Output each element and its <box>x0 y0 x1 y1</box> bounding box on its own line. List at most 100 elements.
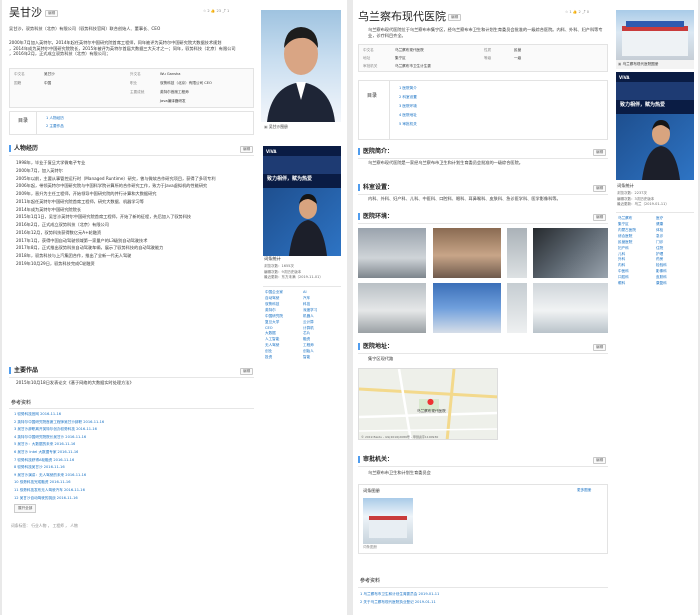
section-edit-button[interactable]: 编辑 <box>593 344 607 351</box>
collect-count: 1 <box>569 10 572 14</box>
map-pin-icon[interactable]: ● <box>427 397 434 408</box>
divider <box>263 286 341 287</box>
edit-button[interactable]: 编辑 <box>448 14 462 21</box>
reference-item[interactable]: 1 乌兰察布市卫生和计划生育委员会 2019-01-11 <box>360 592 439 597</box>
map-copyright: © 2019 Baidu - GS(2016)2089号 - 甲测资字11009… <box>361 435 439 439</box>
related-link[interactable]: 中国研究院 <box>265 314 283 320</box>
reference-item[interactable]: 9 吴甘沙演讲：无人驾驶的未来 2016-11-16 <box>14 473 86 478</box>
toc-item[interactable]: 5 审批机关 <box>399 122 417 127</box>
toc-item[interactable]: 2 科室设置 <box>399 95 417 100</box>
hospital-sign <box>626 21 684 27</box>
reference-item[interactable]: 10 驭势科技完成融资 2016-11-16 <box>14 480 71 485</box>
map[interactable]: ● 乌兰察布现代医院 © 2019 Baidu - GS(2016)2089号 … <box>358 368 498 440</box>
hospital-photo[interactable] <box>616 10 694 60</box>
info-key: 职业 <box>130 81 138 85</box>
related-link[interactable]: 深度学习 <box>303 308 317 314</box>
photo-caption[interactable]: ▣ 吴甘沙图册 <box>262 122 340 132</box>
reference-item[interactable]: 3 吴甘沙辞职离开英特尔创办驭势科技 2016-11-16 <box>14 427 97 432</box>
toc-label: 目录 <box>18 118 29 124</box>
divider <box>358 194 608 195</box>
reference-item[interactable]: 8 驭势科技吴甘沙 2016-11-16 <box>14 465 65 470</box>
album-photo[interactable] <box>363 498 413 544</box>
album-photo-caption: 词条图册 <box>363 545 377 549</box>
section-edit-button[interactable]: 编辑 <box>593 185 607 192</box>
photo-caption-text: 吴甘沙图册 <box>268 124 288 129</box>
like-icon[interactable]: 👍 <box>211 9 215 13</box>
share-count: 0 <box>586 10 589 14</box>
ad-photo <box>263 188 341 256</box>
section-bar <box>358 343 360 350</box>
info-key: 中文名 <box>14 72 25 76</box>
reference-item[interactable]: 7 驭势科技获得A轮融资 2016-11-16 <box>14 458 74 463</box>
section-title-experience: 人物经历 <box>14 145 39 152</box>
section-title-authority: 审批机关： <box>363 456 394 463</box>
toc-item[interactable]: 3 医院环境 <box>399 104 417 109</box>
album-more-link[interactable]: 更多图册 <box>577 488 591 493</box>
ad-banner[interactable]: VIVA 致力相伴，赋为热爱 <box>263 146 341 256</box>
related-link[interactable]: 康复科 <box>656 281 667 287</box>
env-photo-room[interactable] <box>507 228 527 278</box>
env-photo-hall[interactable] <box>533 228 608 278</box>
share-icon[interactable]: ⤴ <box>582 10 586 14</box>
reference-item[interactable]: 2 英特尔中国研究院首席工程师吴甘沙辞职 2016-11-16 <box>14 420 104 425</box>
related-link[interactable]: 智能 <box>303 355 317 361</box>
basic-info: 中文名 吴甘沙 外文名 Wu Gansha 国籍 中国 职业 驭势科技（北京）有… <box>9 68 254 108</box>
collect-icon[interactable]: ☆ <box>203 9 206 13</box>
env-photo-corridor[interactable] <box>358 228 426 278</box>
section-edit-button[interactable]: 编辑 <box>593 457 607 464</box>
right-article-page: 乌兰察布现代医院 编辑 ☆ 1 👍 2 ⤴ 0 乌兰察布现代医院位于乌兰察布市集… <box>353 0 698 615</box>
env-photo-lobby[interactable] <box>433 283 501 333</box>
intro-paragraph: 2000年7月加入英特尔，2014年起任英特尔中国研究院首席工程师，同年被评为英… <box>9 40 254 70</box>
env-photo-ward[interactable] <box>358 283 426 333</box>
divider <box>9 408 254 409</box>
toc-item[interactable]: 1 人物经历 <box>46 116 64 121</box>
info-value: 驭势科技（北京）有限公司 CEO <box>160 81 212 85</box>
reference-item[interactable]: 6 吴甘沙 Intel 大数据专家 2016-11-16 <box>14 450 78 455</box>
toc-item[interactable]: 4 医院地址 <box>399 113 417 118</box>
reference-item[interactable]: 4 英特尔中国研究院院长吴甘沙 2016-11-16 <box>14 435 86 440</box>
toc-item[interactable]: 2 主要作品 <box>46 124 64 129</box>
expand-all-button[interactable]: 展开全部 <box>14 504 37 513</box>
env-photo-reception[interactable] <box>433 228 501 278</box>
section-edit-button[interactable]: 编辑 <box>240 368 254 375</box>
section-edit-button[interactable]: 编辑 <box>240 146 254 153</box>
collect-icon[interactable]: ☆ <box>565 10 568 14</box>
section-title-intro: 医院简介： <box>363 148 394 155</box>
edit-button[interactable]: 编辑 <box>45 10 59 17</box>
info-value: 中国 <box>44 81 52 85</box>
related-links-col1: 乌兰察布 集宁区 内蒙古医院 综合医院 民营医院 妇产科 儿科 外科 内科 中医科 口腔科 眼科 <box>618 216 636 287</box>
like-icon[interactable]: 👍 <box>573 10 577 14</box>
info-value: 乌兰察布市卫生计生委 <box>395 64 431 68</box>
reference-item[interactable]: 2 关于乌兰察布现代医院执业登记 2019-01-11 <box>360 600 436 605</box>
related-link[interactable]: 投资 <box>265 355 283 361</box>
toc-item[interactable]: 1 医院简介 <box>399 86 417 91</box>
section-edit-button[interactable]: 编辑 <box>593 214 607 221</box>
album-title: 词条图册 <box>363 488 380 493</box>
image-icon: ▣ <box>618 62 622 66</box>
bio-item: 2000年7月，加入英特尔 <box>16 167 63 173</box>
reference-item[interactable]: 5 吴甘沙：大数据的未来 2016-11-16 <box>14 442 75 447</box>
refs-title: 参考资料 <box>360 578 381 584</box>
related-link[interactable]: 内蒙古医院 <box>618 228 636 234</box>
ad-banner[interactable]: VIVA 致力相伴，赋为热爱 <box>616 72 694 180</box>
env-photo-desk[interactable] <box>507 283 527 333</box>
reference-item[interactable]: 11 驭势科技发布无人驾驶汽车 2016-11-16 <box>14 488 85 493</box>
bio-item: 1998年，毕业于复旦大学微电子专业 <box>16 160 86 165</box>
ad-brand: VIVA <box>619 75 630 80</box>
bio-item: 2009年，晋升为主任工程师，开始领导中国研究院的并行计算和大数据研究 <box>16 191 157 197</box>
section-edit-button[interactable]: 编辑 <box>593 149 607 156</box>
like-count: 23 <box>216 9 222 13</box>
related-link[interactable]: 眼科 <box>618 281 636 287</box>
ad-person-illustration <box>642 120 680 180</box>
portrait-photo[interactable] <box>261 10 341 122</box>
env-photo-clinic[interactable] <box>533 283 608 333</box>
left-article-page: 吴甘沙 编辑 ☆ 2 👍 23 ⤴ 1 吴甘沙，驭势科技（北京）有限公司（驭势科… <box>2 0 347 615</box>
info-key: 审批机关 <box>363 64 378 68</box>
share-icon[interactable]: ⤴ <box>222 9 226 13</box>
entry-stats: 浏览次数：2237次 编辑次数：3次历史版本 最近更新：乌兰（2019-01-1… <box>617 191 669 208</box>
photo-caption[interactable]: ▣ 乌兰察布现代医院图册 <box>616 60 694 69</box>
reference-item[interactable]: 1 驭势科技官网 2016-11-16 <box>14 412 61 417</box>
summary: 吴甘沙，驭势科技（北京）有限公司（驭势科技官网）联合创始人、董事长、CEO <box>9 26 161 31</box>
reference-item[interactable]: 12 吴甘沙自动驾驶的挑战 2016-11-16 <box>14 496 78 501</box>
album-box: 词条图册 更多图册 词条图册 <box>358 484 608 554</box>
